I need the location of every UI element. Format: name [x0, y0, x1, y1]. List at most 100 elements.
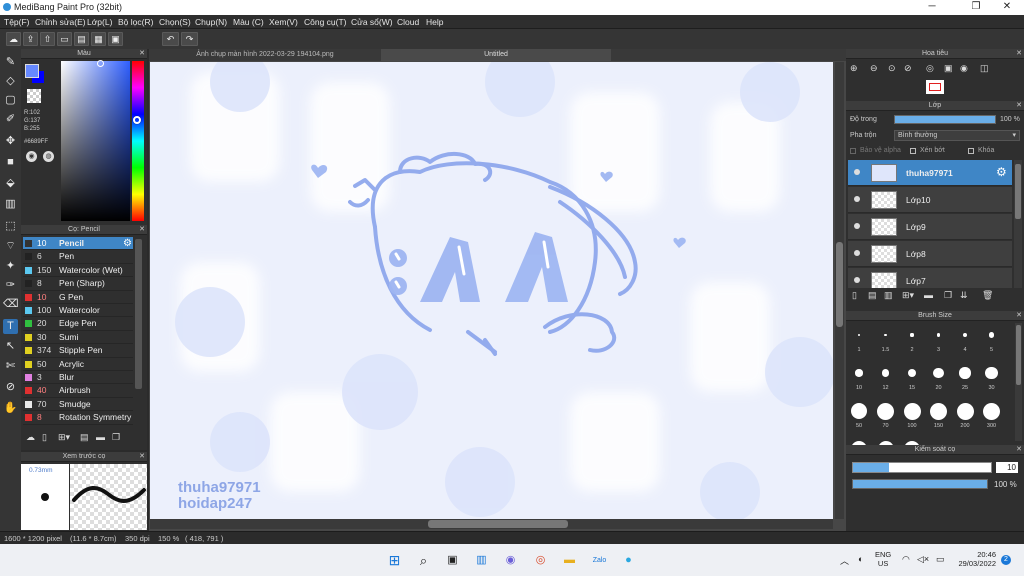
tray-app-icon[interactable]: ◐ — [858, 554, 863, 564]
brush-item[interactable]: 70 Smudge — [23, 398, 133, 412]
add-brush-menu-icon[interactable]: ⊞▾ — [58, 432, 70, 443]
brush-size-dot[interactable] — [877, 402, 894, 420]
new-icon[interactable]: ▣ — [108, 32, 123, 46]
brush-item[interactable]: 20 Edge Pen — [23, 317, 133, 331]
brush-size-dot[interactable] — [910, 333, 914, 337]
layer-item[interactable]: Lớp9 — [848, 214, 1012, 240]
canvas-vscroll-thumb[interactable] — [836, 242, 843, 327]
select-eraser-icon[interactable]: ⌫ — [3, 297, 19, 312]
lock-checkbox[interactable] — [968, 148, 974, 154]
canvas-hscroll-thumb[interactable] — [428, 520, 568, 528]
color-wheel-icon[interactable]: ◍ — [43, 151, 54, 162]
primary-color-swatch[interactable] — [25, 64, 39, 78]
brush-folder-icon[interactable]: ▬ — [96, 432, 105, 442]
select-tool-icon[interactable]: ⬚ — [3, 219, 18, 234]
drawing-canvas[interactable]: thuha97971 hoidap247 — [150, 62, 833, 519]
upload-icon[interactable]: ⇧ — [40, 32, 55, 46]
move-tool-icon[interactable]: ✥ — [3, 134, 18, 149]
brush-size-dot[interactable] — [884, 333, 887, 337]
brush-item[interactable]: 8 Pen (Sharp) — [23, 277, 133, 291]
divide-tool-icon[interactable]: ✄ — [3, 359, 18, 374]
brush-item[interactable]: 150 Watercolor (Wet) — [23, 264, 133, 278]
chrome-icon[interactable]: ◎ — [532, 552, 549, 569]
minimize-button[interactable]: ─ — [920, 1, 944, 12]
fit-window-icon[interactable]: ▣ — [944, 63, 953, 74]
rotate-icon[interactable]: ◎ — [926, 63, 934, 74]
protect-alpha-checkbox[interactable] — [850, 148, 856, 154]
panel-close-icon[interactable]: ✕ — [1016, 101, 1022, 111]
volume-icon[interactable]: ◁× — [917, 554, 929, 565]
brush-item[interactable]: 100 Watercolor — [23, 304, 133, 318]
widgets-icon[interactable]: ▥ — [473, 552, 490, 569]
brush-size-dot[interactable] — [881, 369, 890, 377]
delete-layer-icon[interactable]: 🗑 — [982, 290, 993, 301]
brush-item[interactable]: 6 Pen — [23, 250, 133, 264]
layer-scroll-thumb[interactable] — [1015, 164, 1021, 219]
menu-help[interactable]: Help — [426, 17, 443, 27]
close-button[interactable]: ✕ — [995, 1, 1019, 12]
layer-folder-icon[interactable]: ▬ — [924, 290, 933, 300]
brush-item[interactable]: 30 Sumi — [23, 331, 133, 345]
windows-start-icon[interactable]: ⊞ — [386, 552, 403, 569]
menu-edit[interactable]: Chỉnh sửa(E) — [35, 17, 86, 27]
chat-icon[interactable]: ◉ — [502, 552, 519, 569]
operation-tool-icon[interactable]: ↖ — [3, 339, 18, 354]
clip-checkbox[interactable] — [910, 148, 916, 154]
navigator-viewport[interactable] — [929, 83, 941, 91]
eraser-tool-icon[interactable]: ◇ — [3, 74, 18, 89]
brush-size-dot[interactable] — [956, 402, 974, 420]
brush-item[interactable]: 10 G Pen — [23, 291, 133, 304]
grid-icon[interactable]: ▦ — [91, 32, 106, 46]
blend-mode-select[interactable]: Bình thường ▾ — [894, 130, 1020, 141]
hue-slider-handle[interactable] — [133, 116, 141, 124]
brush-size-dot[interactable] — [936, 333, 941, 337]
brush-item[interactable]: 40 Airbrush — [23, 384, 133, 398]
brush-size-dot[interactable] — [959, 367, 971, 379]
new-layer-icon[interactable]: ▯ — [852, 290, 857, 301]
panel-close-icon[interactable]: ✕ — [1016, 445, 1022, 455]
pen-tool-icon[interactable]: ✐ — [3, 112, 18, 127]
fill-tool-icon[interactable]: ⬙ — [3, 176, 18, 191]
new-halftone-layer-icon[interactable]: ▤ — [868, 290, 877, 301]
layer-item[interactable]: Lớp10 — [848, 187, 1012, 213]
brush-size-scrollbar[interactable] — [1015, 323, 1022, 441]
menu-filter[interactable]: Bộ lọc(R) — [118, 17, 153, 27]
layer-settings-gear-icon[interactable]: ⚙ — [996, 165, 1007, 179]
brush-list-scrollbar[interactable] — [135, 239, 142, 389]
tab-screenshot[interactable]: Ảnh chụp màn hình 2022-03-29 194104.png — [149, 49, 381, 61]
brush-tool-icon[interactable]: ✎ — [3, 55, 18, 70]
zoom-out-icon[interactable]: ⊖ — [870, 63, 878, 74]
brush-opacity-slider[interactable] — [852, 479, 988, 489]
zoom-actual-icon[interactable]: ⊘ — [904, 63, 912, 74]
menu-select[interactable]: Chọn(S) — [159, 17, 191, 27]
magic-wand-icon[interactable]: ✦ — [3, 259, 18, 274]
language-indicator[interactable]: ENG US — [875, 550, 891, 568]
brush-size-slider[interactable] — [852, 462, 992, 473]
duplicate-layer-icon[interactable]: ❐ — [944, 290, 952, 301]
layer-visibility-icon[interactable] — [854, 223, 860, 229]
brush-size-dot[interactable] — [962, 332, 968, 338]
select-pen-icon[interactable]: ✑ — [3, 278, 18, 293]
tray-chevron-up-icon[interactable]: ︿ — [840, 554, 849, 567]
panel-close-icon[interactable]: ✕ — [1016, 311, 1022, 321]
brush-size-dot[interactable] — [933, 367, 944, 379]
maximize-button[interactable]: ❐ — [964, 1, 988, 12]
menu-window[interactable]: Cửa sổ(W) — [351, 17, 393, 27]
eyedropper-tool-icon[interactable]: ⊘ — [3, 380, 18, 395]
dot-tool-icon[interactable]: ▢ — [3, 93, 18, 108]
saturation-value-picker[interactable] — [61, 61, 130, 221]
layer-item[interactable]: Lớp7 — [848, 268, 1012, 288]
battery-icon[interactable]: ▭ — [936, 554, 945, 565]
page-icon[interactable]: ▤ — [74, 32, 89, 46]
brush-settings-gear-icon[interactable]: ⚙ — [123, 237, 132, 250]
gradient-tool-icon[interactable]: ▥ — [3, 197, 18, 212]
menu-cloud[interactable]: Cloud — [397, 17, 419, 27]
task-view-icon[interactable]: ▣ — [444, 552, 461, 569]
menu-view[interactable]: Xem(V) — [269, 17, 298, 27]
new-brush-icon[interactable]: ▯ — [42, 432, 47, 443]
menu-capture[interactable]: Chụp(N) — [195, 17, 227, 27]
layer-visibility-icon[interactable] — [854, 277, 860, 283]
notification-badge[interactable]: 2 — [1001, 555, 1011, 565]
redo-icon[interactable]: ↷ — [181, 32, 198, 46]
brush-item[interactable]: 10 Pencil ⚙ — [23, 237, 133, 251]
